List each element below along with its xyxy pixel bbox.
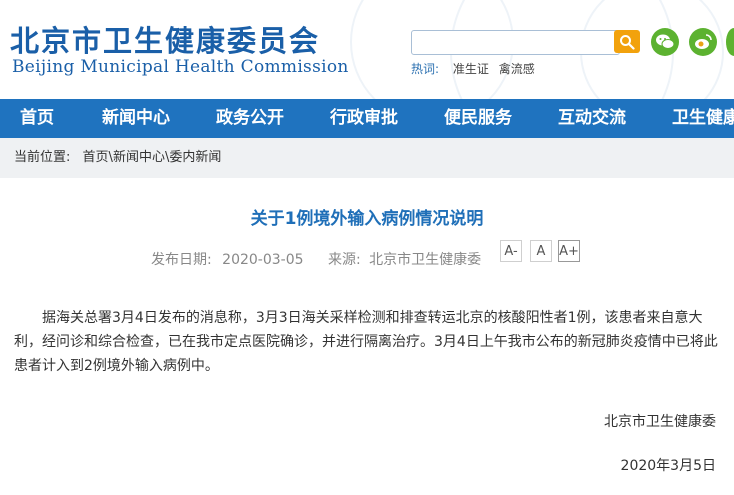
nav-item-gov-affairs[interactable]: 政务公开 <box>216 99 284 138</box>
nav-item-health[interactable]: 卫生健康 <box>672 99 734 138</box>
font-size-default-button[interactable]: A <box>530 240 552 262</box>
hot-keyword-link[interactable]: 准生证 <box>453 62 489 76</box>
weibo-button[interactable] <box>689 28 717 56</box>
breadcrumb-internal-news[interactable]: 委内新闻 <box>169 150 221 165</box>
article-signature: 北京市卫生健康委 <box>604 414 716 430</box>
hot-keyword-link[interactable]: 禽流感 <box>499 62 535 76</box>
wechat-icon <box>656 34 675 49</box>
article-sign-date: 2020年3月5日 <box>620 458 716 474</box>
article-title: 关于1例境外输入病例情况说明 <box>250 209 484 229</box>
breadcrumb-home[interactable]: 首页 <box>83 150 109 165</box>
nav-item-admin-approval[interactable]: 行政审批 <box>330 99 398 138</box>
search-input[interactable] <box>411 30 620 55</box>
wechat-button[interactable] <box>651 28 679 56</box>
site-header: 北京市卫生健康委员会 Beijing Municipal Health Comm… <box>0 0 734 99</box>
breadcrumb-label: 当前位置: <box>14 150 71 165</box>
main-nav: 首页 新闻中心 政务公开 行政审批 便民服务 互动交流 卫生健康 <box>0 99 734 138</box>
search-icon <box>620 35 635 50</box>
breadcrumb-bar: 当前位置: 首页\新闻中心\委内新闻 <box>0 138 734 178</box>
publish-date-label: 发布日期: <box>151 252 212 268</box>
weibo-icon <box>695 34 712 49</box>
site-title-en[interactable]: Beijing Municipal Health Commission <box>12 57 349 77</box>
hot-label: 热词: <box>411 62 440 76</box>
hot-keywords: 热词: 准生证 禽流感 <box>411 60 535 77</box>
nav-item-public-service[interactable]: 便民服务 <box>444 99 512 138</box>
font-size-decrease-button[interactable]: A- <box>500 240 522 262</box>
nav-item-home[interactable]: 首页 <box>20 99 54 138</box>
search-button[interactable] <box>614 30 640 53</box>
breadcrumb: 当前位置: 首页\新闻中心\委内新闻 <box>14 138 221 178</box>
site-title-cn[interactable]: 北京市卫生健康委员会 <box>10 18 320 60</box>
source-value: 北京市卫生健康委 <box>369 252 482 268</box>
source-label: 来源: <box>328 252 361 268</box>
article-body: 据海关总署3月4日发布的消息称，3月3日海关采样检测和排查转运北京的核酸阳性者1… <box>14 310 718 374</box>
publish-date: 2020-03-05 <box>222 252 304 268</box>
nav-item-news[interactable]: 新闻中心 <box>102 99 170 138</box>
article-meta: 发布日期: 2020-03-05 来源: 北京市卫生健康委 <box>151 249 481 269</box>
nav-item-interaction[interactable]: 互动交流 <box>558 99 626 138</box>
font-size-increase-button[interactable]: A+ <box>558 240 580 262</box>
breadcrumb-news[interactable]: 新闻中心 <box>113 150 165 165</box>
